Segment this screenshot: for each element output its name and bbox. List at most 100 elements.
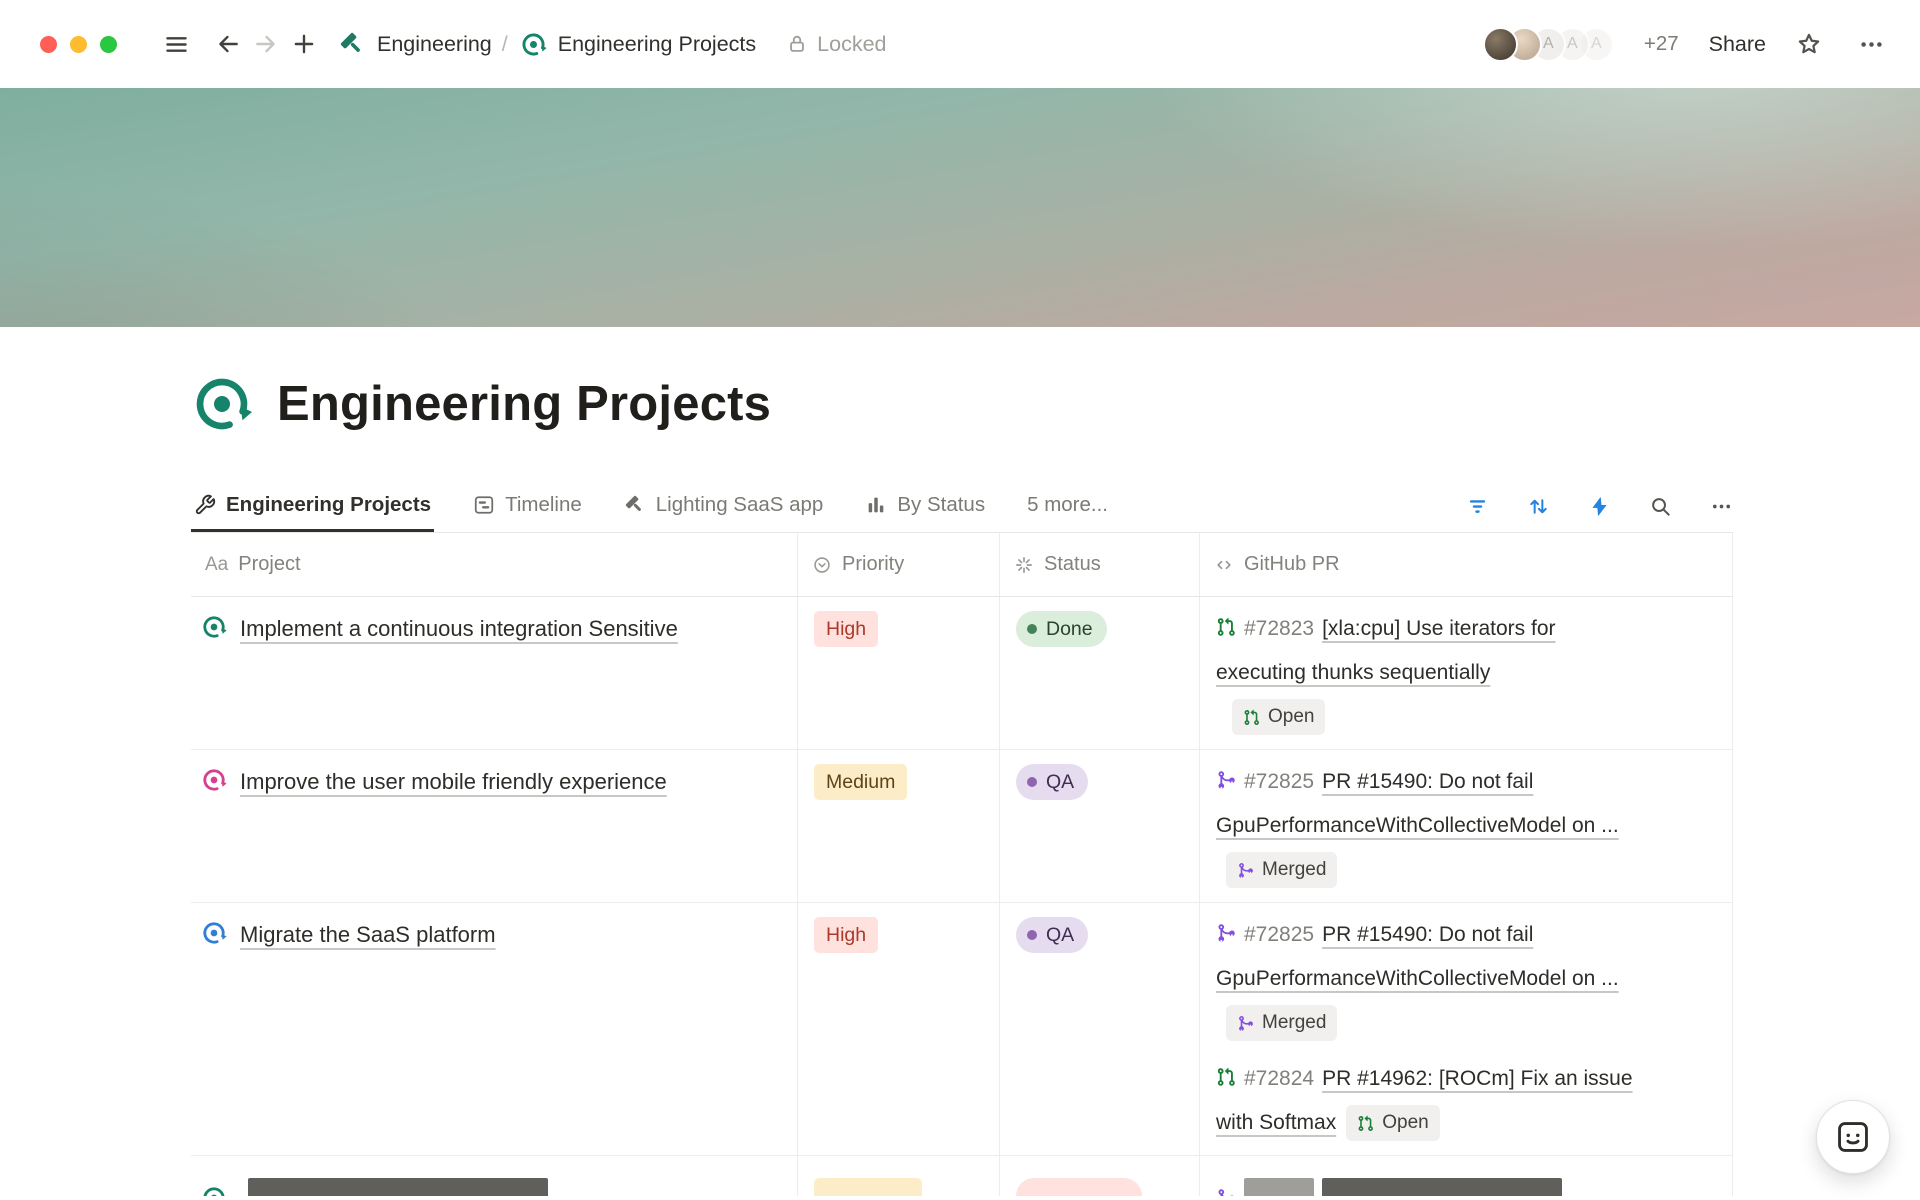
project-cell[interactable]: Migrate the SaaS platform	[191, 903, 798, 1155]
table-row-partial[interactable]	[191, 1156, 1733, 1196]
status-dot	[1027, 930, 1037, 940]
notion-ai-face-icon	[1834, 1118, 1872, 1156]
status-dot	[1027, 624, 1037, 634]
priority-cell[interactable]: Medium	[798, 750, 1000, 902]
table-header-row: Aa Project Priority Status GitHub PR	[191, 533, 1733, 597]
column-header-priority[interactable]: Priority	[798, 533, 1000, 596]
column-header-github-pr[interactable]: GitHub PR	[1200, 533, 1733, 596]
priority-cell[interactable]: High	[798, 597, 1000, 749]
new-tab-icon[interactable]	[285, 25, 323, 63]
github-pr-mention[interactable]: #72825PR #15490: Do not fail GpuPerforma…	[1216, 913, 1635, 1045]
status-badge[interactable]: Done	[1016, 611, 1107, 647]
github-pr-mention[interactable]: #72825PR #15490: Do not fail GpuPerforma…	[1216, 760, 1635, 892]
forward-icon[interactable]	[247, 25, 285, 63]
breadcrumb-teamspace[interactable]: Engineering	[377, 32, 492, 57]
pr-number: #72823	[1244, 617, 1314, 640]
git-pull-request-icon	[1216, 1067, 1236, 1087]
priority-badge[interactable]: High	[814, 611, 878, 647]
traffic-lights	[40, 36, 117, 53]
minimize-window-button[interactable]	[70, 36, 87, 53]
avatar-overflow-count[interactable]: +27	[1644, 32, 1679, 56]
automation-bolt-icon[interactable]	[1588, 495, 1611, 518]
project-cell	[191, 1156, 798, 1196]
git-pull-request-icon	[1357, 1115, 1374, 1132]
database-view-tabs: Engineering Projects Timeline Lighting S…	[191, 483, 1733, 533]
status-cell[interactable]: QA	[1000, 750, 1200, 902]
wrench-icon	[194, 494, 216, 516]
search-icon[interactable]	[1649, 495, 1672, 518]
status-badge[interactable]: QA	[1016, 917, 1088, 953]
code-property-icon	[1214, 555, 1234, 575]
column-label: Status	[1044, 553, 1101, 576]
git-merge-icon	[1216, 770, 1236, 790]
favorite-star-icon[interactable]	[1790, 25, 1828, 63]
status-cell[interactable]: QA	[1000, 903, 1200, 1155]
project-title-link[interactable]: Improve the user mobile friendly experie…	[240, 769, 667, 794]
tab-label: Timeline	[505, 493, 582, 517]
back-icon[interactable]	[209, 25, 247, 63]
lock-icon	[786, 33, 808, 55]
status-property-icon	[1014, 555, 1034, 575]
filter-icon[interactable]	[1466, 495, 1489, 518]
status-badge[interactable]: QA	[1016, 764, 1088, 800]
board-icon	[865, 494, 887, 516]
project-cell[interactable]: Implement a continuous integration Sensi…	[191, 597, 798, 749]
clipped-priority-badge	[814, 1178, 922, 1196]
git-pull-request-icon	[1243, 709, 1260, 726]
close-window-button[interactable]	[40, 36, 57, 53]
tab-lighting-saas-app[interactable]: Lighting SaaS app	[621, 483, 827, 532]
pr-number: #72825	[1244, 923, 1314, 946]
sort-icon[interactable]	[1527, 495, 1550, 518]
tab-engineering-projects[interactable]: Engineering Projects	[191, 483, 434, 532]
avatar[interactable]	[1483, 27, 1518, 62]
git-merge-icon	[1237, 1015, 1254, 1032]
column-header-project[interactable]: Aa Project	[191, 533, 798, 596]
github-pr-cell[interactable]: #72825PR #15490: Do not fail GpuPerforma…	[1200, 903, 1733, 1155]
tab-timeline[interactable]: Timeline	[470, 483, 585, 532]
column-label: Priority	[842, 553, 904, 576]
zoom-window-button[interactable]	[100, 36, 117, 53]
status-dot	[1027, 777, 1037, 787]
clipped-text	[1244, 1178, 1314, 1196]
page-cycle-icon[interactable]	[191, 373, 253, 435]
tab-more-views[interactable]: 5 more...	[1024, 483, 1111, 532]
pr-number: #72825	[1244, 770, 1314, 793]
timeline-icon	[473, 494, 495, 516]
column-header-status[interactable]: Status	[1000, 533, 1200, 596]
teamspace-hammer-icon	[339, 31, 366, 58]
tab-label: Lighting SaaS app	[656, 493, 824, 517]
pr-number: #72824	[1244, 1067, 1314, 1090]
window-titlebar: Engineering / Engineering Projects Locke…	[0, 0, 1920, 88]
view-more-icon[interactable]	[1710, 495, 1733, 518]
github-pr-mention[interactable]: #72824PR #14962: [ROCm] Fix an issue wit…	[1216, 1057, 1635, 1145]
github-pr-cell[interactable]: #72823[xla:cpu] Use iterators for execut…	[1200, 597, 1733, 749]
page-title[interactable]: Engineering Projects	[277, 376, 771, 432]
tab-label: Engineering Projects	[226, 493, 431, 517]
project-title-link[interactable]: Migrate the SaaS platform	[240, 922, 496, 947]
clipped-text	[1322, 1178, 1562, 1196]
priority-badge[interactable]: High	[814, 917, 878, 953]
clipped-text	[248, 1178, 548, 1196]
status-cell[interactable]: Done	[1000, 597, 1200, 749]
priority-badge[interactable]: Medium	[814, 764, 907, 800]
locked-label: Locked	[817, 32, 886, 57]
github-pr-mention[interactable]: #72823[xla:cpu] Use iterators for execut…	[1216, 607, 1635, 739]
status-cell	[1000, 1156, 1200, 1196]
locked-indicator[interactable]: Locked	[786, 32, 886, 57]
github-pr-cell[interactable]: #72825PR #15490: Do not fail GpuPerforma…	[1200, 750, 1733, 902]
breadcrumb: Engineering / Engineering Projects	[339, 31, 756, 58]
more-options-icon[interactable]	[1852, 25, 1890, 63]
project-title-link[interactable]: Implement a continuous integration Sensi…	[240, 616, 678, 641]
priority-cell[interactable]: High	[798, 903, 1000, 1155]
git-merge-icon	[1237, 862, 1254, 879]
project-cell[interactable]: Improve the user mobile friendly experie…	[191, 750, 798, 902]
git-merge-icon	[1216, 923, 1236, 943]
tab-by-status[interactable]: By Status	[862, 483, 988, 532]
column-label: GitHub PR	[1244, 553, 1340, 576]
git-pull-request-icon	[1216, 617, 1236, 637]
notion-ai-button[interactable]	[1816, 1100, 1890, 1174]
select-property-icon	[812, 555, 832, 575]
share-button[interactable]: Share	[1709, 32, 1766, 57]
sidebar-toggle-icon[interactable]	[157, 25, 195, 63]
breadcrumb-page[interactable]: Engineering Projects	[558, 32, 756, 57]
